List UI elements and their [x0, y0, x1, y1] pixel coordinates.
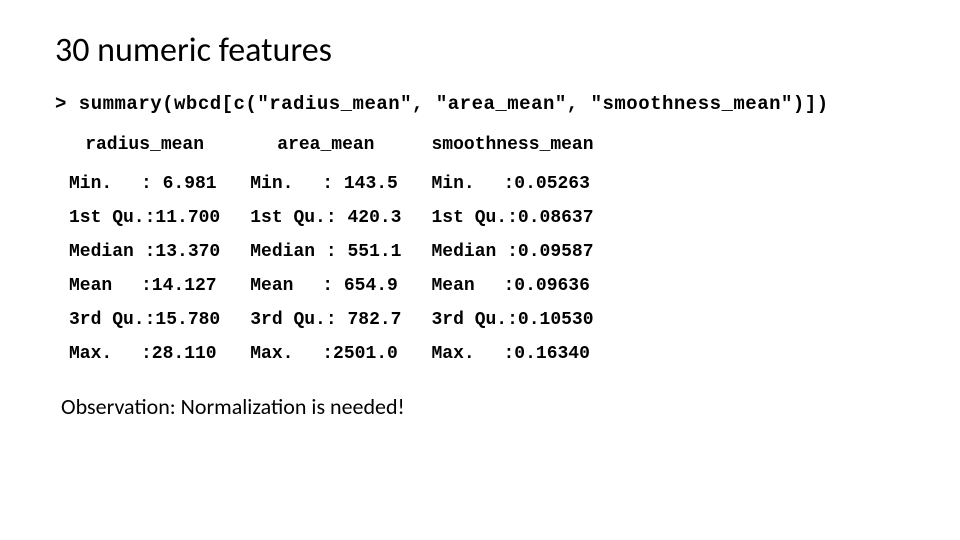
cell: Mean:14.127: [69, 269, 250, 303]
table-row: Min.: 6.981 Min.: 143.5 Min.:0.05263: [69, 167, 624, 201]
cell: 3rd Qu.:0.10530: [432, 303, 624, 337]
summary-table: radius_mean area_mean smoothness_mean Mi…: [69, 129, 624, 371]
cell: Mean: 654.9: [250, 269, 431, 303]
cell: Max.:2501.0: [250, 337, 431, 371]
cell: 1st Qu.:0.08637: [432, 201, 624, 235]
cell: Min.: 6.981: [69, 167, 250, 201]
r-code-line: > summary(wbcd[c("radius_mean", "area_me…: [55, 93, 905, 115]
col-header-radius: radius_mean: [69, 129, 250, 167]
table-header-row: radius_mean area_mean smoothness_mean: [69, 129, 624, 167]
slide-content: 30 numeric features > summary(wbcd[c("ra…: [0, 0, 960, 450]
col-header-smoothness: smoothness_mean: [432, 129, 624, 167]
table-row: Mean:14.127 Mean: 654.9 Mean:0.09636: [69, 269, 624, 303]
cell: Max.:28.110: [69, 337, 250, 371]
cell: Median :13.370: [69, 235, 250, 269]
cell: 1st Qu.: 420.3: [250, 201, 431, 235]
cell: Max.:0.16340: [432, 337, 624, 371]
cell: Median : 551.1: [250, 235, 431, 269]
cell: Median :0.09587: [432, 235, 624, 269]
slide-title: 30 numeric features: [55, 30, 905, 71]
cell: 1st Qu.:11.700: [69, 201, 250, 235]
observation-text: Observation: Normalization is needed!: [61, 393, 905, 420]
cell: 3rd Qu.: 782.7: [250, 303, 431, 337]
table-row: 1st Qu.:11.700 1st Qu.: 420.3 1st Qu.:0.…: [69, 201, 624, 235]
table-row: 3rd Qu.:15.780 3rd Qu.: 782.7 3rd Qu.:0.…: [69, 303, 624, 337]
table-row: Max.:28.110 Max.:2501.0 Max.:0.16340: [69, 337, 624, 371]
cell: Min.: 143.5: [250, 167, 431, 201]
table-row: Median :13.370 Median : 551.1 Median :0.…: [69, 235, 624, 269]
col-header-area: area_mean: [250, 129, 431, 167]
cell: Min.:0.05263: [432, 167, 624, 201]
cell: 3rd Qu.:15.780: [69, 303, 250, 337]
cell: Mean:0.09636: [432, 269, 624, 303]
